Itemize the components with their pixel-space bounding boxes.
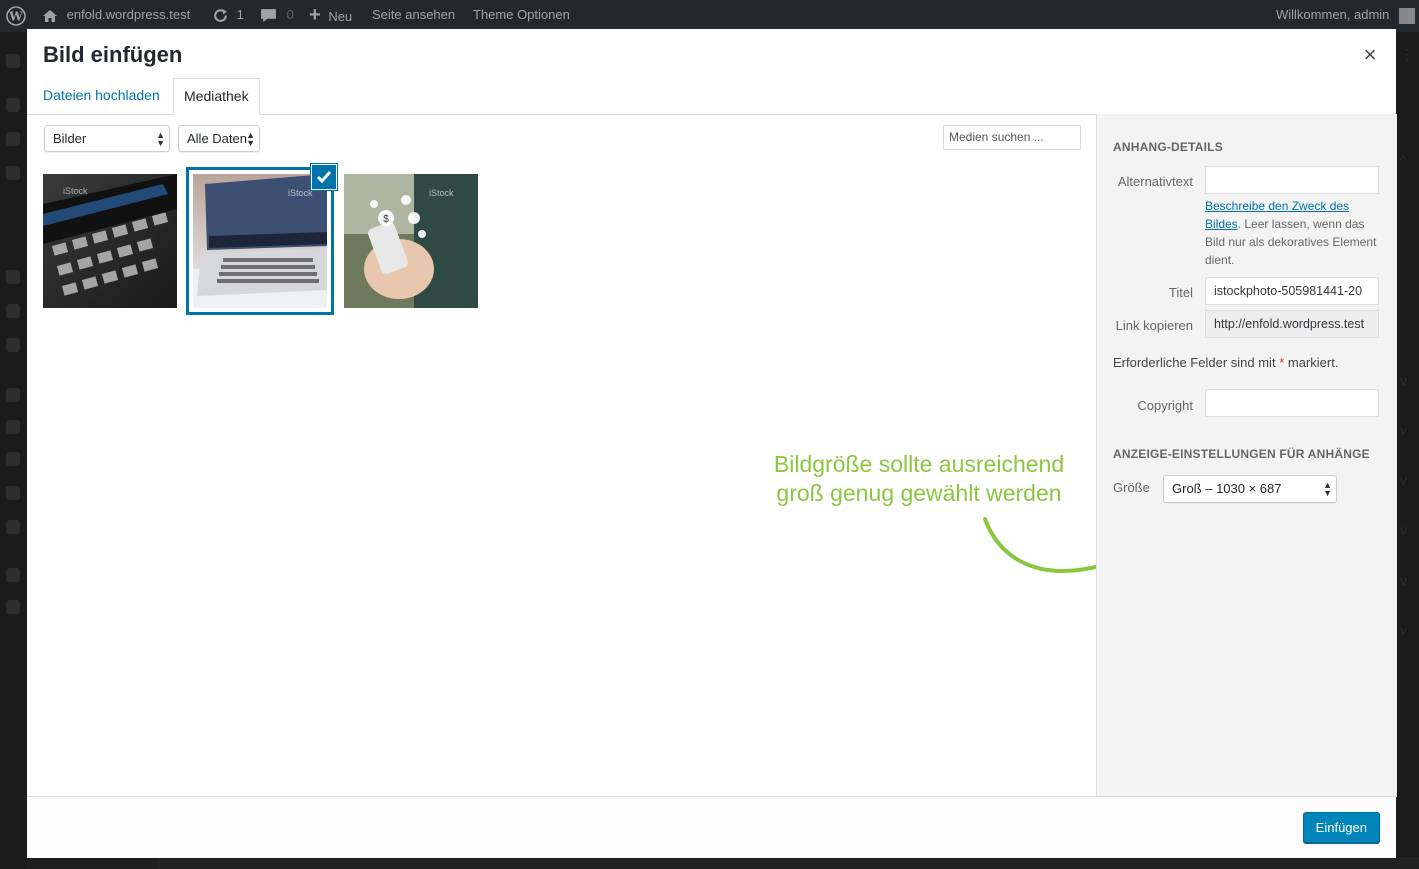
- admin-sidebar: [0, 32, 27, 869]
- laptop-desk-photo-icon: iStock: [193, 174, 327, 308]
- forms-icon: [6, 568, 20, 582]
- site-name-link[interactable]: enfold.wordpress.test: [42, 0, 190, 32]
- annotation-line-1: Bildgröße sollte ausreichend: [773, 451, 1065, 477]
- comments-count: 0: [286, 7, 294, 22]
- date-filter-value: Alle Daten: [187, 131, 247, 146]
- title-label: Titel: [1168, 285, 1193, 300]
- appearance-icon: [6, 304, 20, 318]
- svg-text:W: W: [8, 9, 23, 23]
- refresh-icon: [214, 9, 227, 22]
- plus-icon: +: [309, 4, 321, 26]
- new-label: Neu: [328, 9, 353, 24]
- settings-icon: [6, 420, 20, 434]
- page-footer-bar: [157, 857, 1419, 869]
- chevron-down-icon: v: [1400, 622, 1407, 638]
- insert-button[interactable]: Einfügen: [1302, 812, 1380, 844]
- copy-link-label: Link kopieren: [1115, 318, 1193, 333]
- date-filter[interactable]: Alle Daten ▲ ▼: [178, 125, 260, 152]
- smartphone-coins-photo-icon: $ iStock: [344, 174, 478, 308]
- home-icon: [43, 9, 57, 22]
- welcome-link[interactable]: Willkommen, admin: [1276, 0, 1416, 32]
- attachment-details-panel: Anhang-Details Alternativtext Beschreibe…: [1096, 114, 1397, 797]
- chevron-up-icon: ^: [1400, 152, 1407, 168]
- alt-text-description: Beschreibe den Zweck des Bildes. Leer la…: [1205, 197, 1383, 269]
- tab-upload-files[interactable]: Dateien hochladen: [33, 78, 170, 114]
- media-type-filter-value: Bilder: [53, 131, 87, 146]
- tools-icon: [6, 388, 20, 402]
- comment-icon: [261, 9, 276, 22]
- media-search-input[interactable]: Medien suchen ...: [943, 125, 1081, 150]
- istock-watermark: iStock: [288, 188, 313, 198]
- media-type-filter[interactable]: Bilder ▲ ▼: [44, 125, 170, 152]
- new-content-link[interactable]: + Neu: [309, 0, 352, 32]
- alt-text-input[interactable]: [1205, 166, 1379, 194]
- welcome-text: Willkommen, admin: [1276, 7, 1390, 22]
- required-star: *: [1279, 355, 1285, 370]
- dashboard-icon: [6, 54, 20, 68]
- required-text: Erforderliche Felder sind mit: [1113, 355, 1276, 370]
- annotation-text: Bildgröße sollte ausreichend groß genug …: [729, 450, 1109, 508]
- view-site-link[interactable]: Seite ansehen: [372, 0, 455, 32]
- avatar: [1399, 7, 1416, 24]
- copyright-label: Copyright: [1137, 398, 1193, 413]
- chevron-down-icon: v: [1400, 372, 1407, 388]
- istock-watermark: iStock: [429, 188, 454, 198]
- image-size-value: Groß – 1030 × 687: [1172, 481, 1282, 496]
- required-fields-note: Erforderliche Felder sind mit * markiert…: [1113, 355, 1338, 370]
- plugins-icon: [6, 338, 20, 352]
- copy-link-input[interactable]: http://enfold.wordpress.test: [1205, 310, 1379, 338]
- pages-icon: [6, 166, 20, 180]
- checkmark-icon[interactable]: [311, 164, 337, 190]
- layout-icon: [6, 520, 20, 534]
- more-icon: ⋮: [1400, 46, 1414, 62]
- admin-bar: W enfold.wordpress.test 1 0 + Neu Seite …: [0, 0, 1419, 32]
- dollar-icon: $: [383, 214, 389, 225]
- collapse-icon: [6, 600, 20, 614]
- display-settings-heading: Anzeige-Einstellungen für Anhänge: [1113, 447, 1370, 461]
- wordpress-logo-icon[interactable]: W: [6, 0, 26, 32]
- wrench-icon: [6, 486, 20, 500]
- copyright-input[interactable]: [1205, 389, 1379, 417]
- insert-image-modal: Bild einfügen × Dateien hochladen Mediat…: [27, 29, 1397, 858]
- comments-link[interactable]: 0: [260, 0, 294, 32]
- attachment-thumbnail[interactable]: $ iStock: [344, 174, 478, 308]
- close-icon[interactable]: ×: [1360, 44, 1380, 66]
- chevron-down-icon: v: [1400, 572, 1407, 588]
- pin-icon: [6, 98, 20, 112]
- chevron-down-icon: v: [1400, 522, 1407, 538]
- attachment-details-heading: Anhang-Details: [1113, 140, 1223, 154]
- users-icon: [6, 452, 20, 466]
- site-name: enfold.wordpress.test: [66, 7, 191, 22]
- annotation-line-2: groß genug gewählt werden: [776, 480, 1062, 506]
- istock-watermark: iStock: [63, 186, 88, 196]
- attachment-thumbnail-selected[interactable]: iStock: [186, 167, 334, 315]
- tab-media-library[interactable]: Mediathek: [173, 78, 260, 115]
- media-icon: [6, 132, 20, 146]
- modal-title: Bild einfügen: [43, 42, 183, 67]
- size-label: Größe: [1113, 480, 1150, 495]
- image-size-select[interactable]: Groß – 1030 × 687 ▲ ▼: [1163, 475, 1337, 503]
- updates-count: 1: [236, 7, 244, 22]
- select-arrows-icon: ▲ ▼: [1323, 480, 1332, 498]
- theme-options-link[interactable]: Theme Optionen: [473, 0, 570, 32]
- modal-footer: Einfügen: [27, 796, 1396, 858]
- comments-menu-icon: [6, 270, 20, 284]
- select-arrows-icon: ▲ ▼: [246, 130, 255, 148]
- laptop-keyboard-photo-icon: iStock: [43, 174, 177, 308]
- background-panel: ⋮ ^ v v v v v v: [1396, 32, 1419, 869]
- title-input[interactable]: istockphoto-505981441-20: [1205, 277, 1379, 305]
- media-router-tabs: Dateien hochladen Mediathek: [27, 78, 1396, 115]
- chevron-down-icon: v: [1400, 422, 1407, 438]
- select-arrows-icon: ▲ ▼: [156, 130, 165, 148]
- attachment-thumbnail[interactable]: iStock: [43, 174, 177, 308]
- alt-text-label: Alternativtext: [1117, 174, 1193, 189]
- updates-link[interactable]: 1: [212, 0, 244, 32]
- required-suffix: markiert.: [1287, 355, 1339, 370]
- chevron-down-icon: v: [1400, 472, 1407, 488]
